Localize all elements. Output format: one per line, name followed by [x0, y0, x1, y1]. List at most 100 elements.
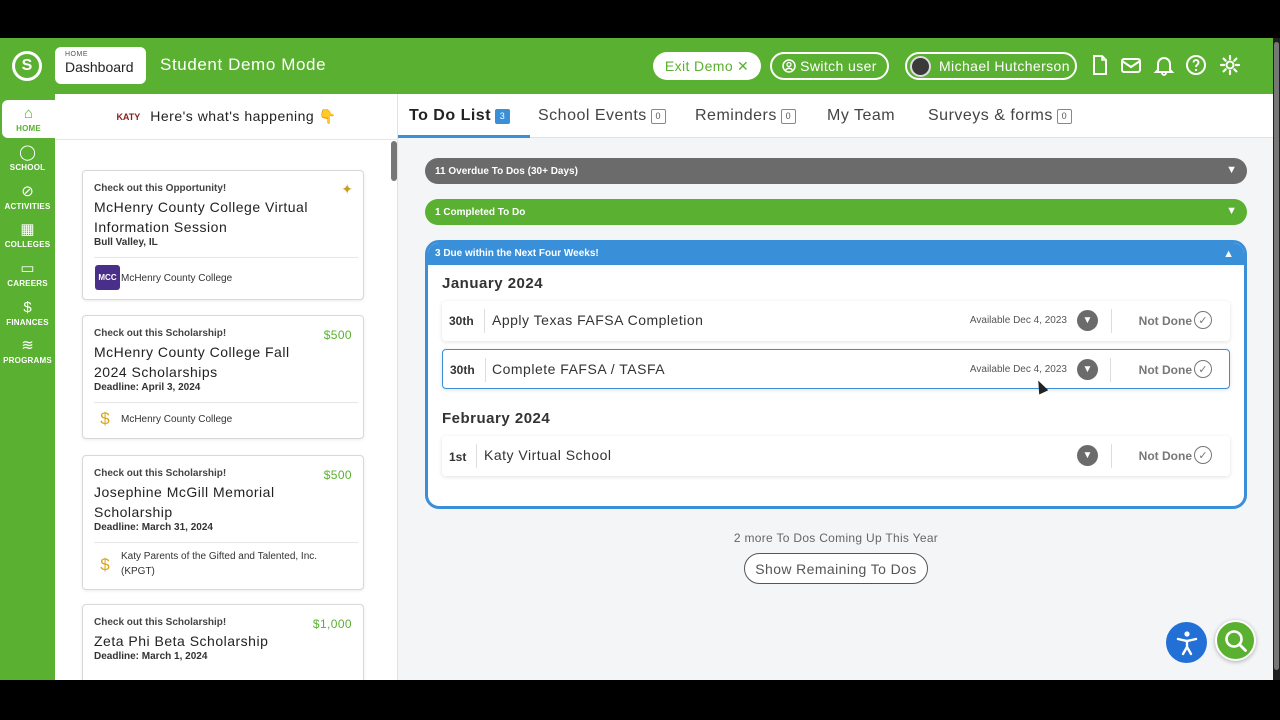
todo-day: 30th	[450, 363, 475, 377]
card-deadline: Deadline: March 31, 2024	[94, 522, 213, 533]
divider	[485, 358, 486, 382]
switch-user-label: Switch user	[800, 58, 877, 74]
todo-title: Apply Texas FAFSA Completion	[492, 312, 704, 328]
check-circle-icon[interactable]: ✓	[1194, 311, 1212, 329]
college-logo: MCC	[95, 265, 120, 290]
money-bag-icon: $	[100, 555, 110, 574]
card-type: Check out this Scholarship!	[94, 617, 227, 628]
card-divider	[94, 257, 358, 258]
todo-status[interactable]: Not Done	[1139, 449, 1192, 463]
gear-icon[interactable]	[1218, 53, 1242, 77]
tab-my-team[interactable]: My Team	[827, 94, 895, 138]
breadcrumb[interactable]: HOME Dashboard	[55, 47, 146, 84]
side-nav: ⌂ HOME ◯ SCHOOL ⊘ ACTIVITIES ▦ COLLEGES …	[0, 94, 55, 680]
nav-item-activities[interactable]: ⊘ ACTIVITIES	[0, 178, 55, 216]
user-circle-icon	[782, 59, 796, 73]
chevron-up-icon: ▲	[1223, 248, 1234, 260]
tab-school-events[interactable]: School Events 0	[538, 94, 666, 138]
card-deadline: Deadline: March 1, 2024	[94, 651, 208, 662]
divider	[1111, 444, 1112, 468]
chevron-down-icon[interactable]: ▼	[1077, 445, 1098, 466]
tab-surveys-forms[interactable]: Surveys & forms 0	[928, 94, 1072, 138]
more-todos-text: 2 more To Dos Coming Up This Year	[733, 531, 939, 545]
chevron-down-icon: ▼	[1226, 205, 1237, 217]
tab-count: 0	[650, 108, 666, 124]
tab-label: My Team	[827, 107, 896, 124]
user-name: Michael Hutcherson	[939, 58, 1070, 74]
nav-item-programs[interactable]: ≋ PROGRAMS	[0, 332, 55, 370]
due-todos-accordion[interactable]: 3 Due within the Next Four Weeks! ▲	[428, 243, 1244, 265]
completed-todos-accordion[interactable]: 1 Completed To Do ▼	[425, 199, 1247, 225]
nav-label: ACTIVITIES	[4, 201, 51, 211]
todo-row[interactable]: 1st Katy Virtual School ▼ Not Done ✓	[442, 436, 1230, 476]
card-org: McHenry County College	[121, 273, 233, 284]
feed-scrollbar[interactable]	[391, 141, 397, 181]
breadcrumb-parent: HOME	[65, 51, 88, 58]
tab-reminders[interactable]: Reminders 0	[695, 94, 796, 138]
overdue-label: 11 Overdue To Dos (30+ Days)	[435, 165, 578, 177]
card-title: Zeta Phi Beta Scholarship	[94, 633, 269, 649]
todo-available-date: Available Dec 4, 2023	[969, 315, 1067, 326]
scrollbar-thumb[interactable]	[1274, 42, 1279, 670]
todo-day: 1st	[449, 450, 467, 464]
user-menu-button[interactable]: Michael Hutcherson	[905, 52, 1077, 80]
todo-status[interactable]: Not Done	[1139, 314, 1192, 328]
accessibility-icon[interactable]	[1166, 622, 1207, 663]
programs-icon: ≋	[21, 336, 34, 354]
nav-item-colleges[interactable]: ▦ COLLEGES	[0, 216, 55, 254]
todo-row[interactable]: 30th Complete FAFSA / TASFA Available De…	[442, 349, 1230, 389]
apple-icon: ◯	[19, 143, 36, 161]
tab-count: 0	[780, 108, 796, 124]
feed-card-scholarship[interactable]: Check out this Scholarship! $500 Josephi…	[82, 455, 364, 590]
tab-count: 0	[1056, 108, 1072, 124]
card-amount: $1,000	[312, 617, 352, 631]
mail-icon[interactable]	[1119, 53, 1143, 77]
card-title: Josephine McGill Memorial Scholarship	[94, 484, 275, 520]
check-circle-icon[interactable]: ✓	[1194, 360, 1212, 378]
divider	[1110, 358, 1111, 382]
page-scrollbar[interactable]	[1273, 38, 1280, 680]
nav-label: FINANCES	[6, 317, 49, 327]
feed-card-scholarship[interactable]: Check out this Scholarship! $500 McHenry…	[82, 315, 364, 439]
show-remaining-todos-button[interactable]: Show Remaining To Dos	[744, 553, 928, 584]
card-deadline: Deadline: April 3, 2024	[94, 382, 201, 393]
nav-item-careers[interactable]: ▭ CAREERS	[0, 255, 55, 293]
due-label: 3 Due within the Next Four Weeks!	[435, 248, 599, 259]
tab-label: Surveys & forms	[928, 107, 1053, 124]
card-amount: $500	[323, 468, 352, 482]
chevron-down-icon[interactable]: ▼	[1077, 310, 1098, 331]
feed-card-opportunity[interactable]: ✦ Check out this Opportunity! McHenry Co…	[82, 170, 364, 300]
overdue-todos-accordion[interactable]: 11 Overdue To Dos (30+ Days) ▼	[425, 158, 1247, 184]
card-type: Check out this Scholarship!	[94, 328, 227, 339]
tab-label: To Do List	[409, 107, 492, 124]
tab-to-do-list[interactable]: To Do List 3	[398, 94, 531, 138]
check-circle-icon[interactable]: ✓	[1194, 446, 1212, 464]
feed-header: KATY Here's what's happening 👇	[55, 94, 398, 140]
briefcase-icon: ▭	[20, 259, 35, 277]
search-icon[interactable]	[1215, 620, 1256, 661]
divider	[1111, 309, 1112, 333]
home-icon: ⌂	[23, 104, 34, 122]
card-amount: $500	[323, 328, 352, 342]
close-icon: ✕	[737, 57, 750, 74]
nav-label: SCHOOL	[9, 162, 46, 172]
chevron-down-icon[interactable]: ▼	[1077, 359, 1098, 380]
nav-label: HOME	[16, 123, 41, 133]
switch-user-button[interactable]: Switch user	[770, 52, 889, 80]
nav-item-finances[interactable]: $ FINANCES	[0, 294, 55, 332]
help-icon[interactable]	[1184, 53, 1208, 77]
feed-card-scholarship[interactable]: Check out this Scholarship! $1,000 Zeta …	[82, 604, 364, 680]
todo-status[interactable]: Not Done	[1139, 363, 1192, 377]
todo-row[interactable]: 30th Apply Texas FAFSA Completion Availa…	[442, 301, 1230, 341]
app-logo-icon[interactable]: S	[12, 51, 42, 81]
building-icon: ▦	[20, 220, 35, 238]
divider	[476, 444, 477, 468]
top-bar: S HOME Dashboard Student Demo Mode Exit …	[0, 38, 1275, 94]
bell-icon[interactable]	[1152, 53, 1176, 77]
document-icon[interactable]	[1088, 53, 1112, 77]
nav-item-school[interactable]: ◯ SCHOOL	[0, 139, 55, 177]
money-bag-icon: $	[23, 298, 32, 316]
nav-item-home[interactable]: ⌂ HOME	[2, 100, 55, 138]
exit-demo-button[interactable]: Exit Demo ✕	[653, 52, 761, 80]
todo-title: Katy Virtual School	[484, 447, 612, 463]
